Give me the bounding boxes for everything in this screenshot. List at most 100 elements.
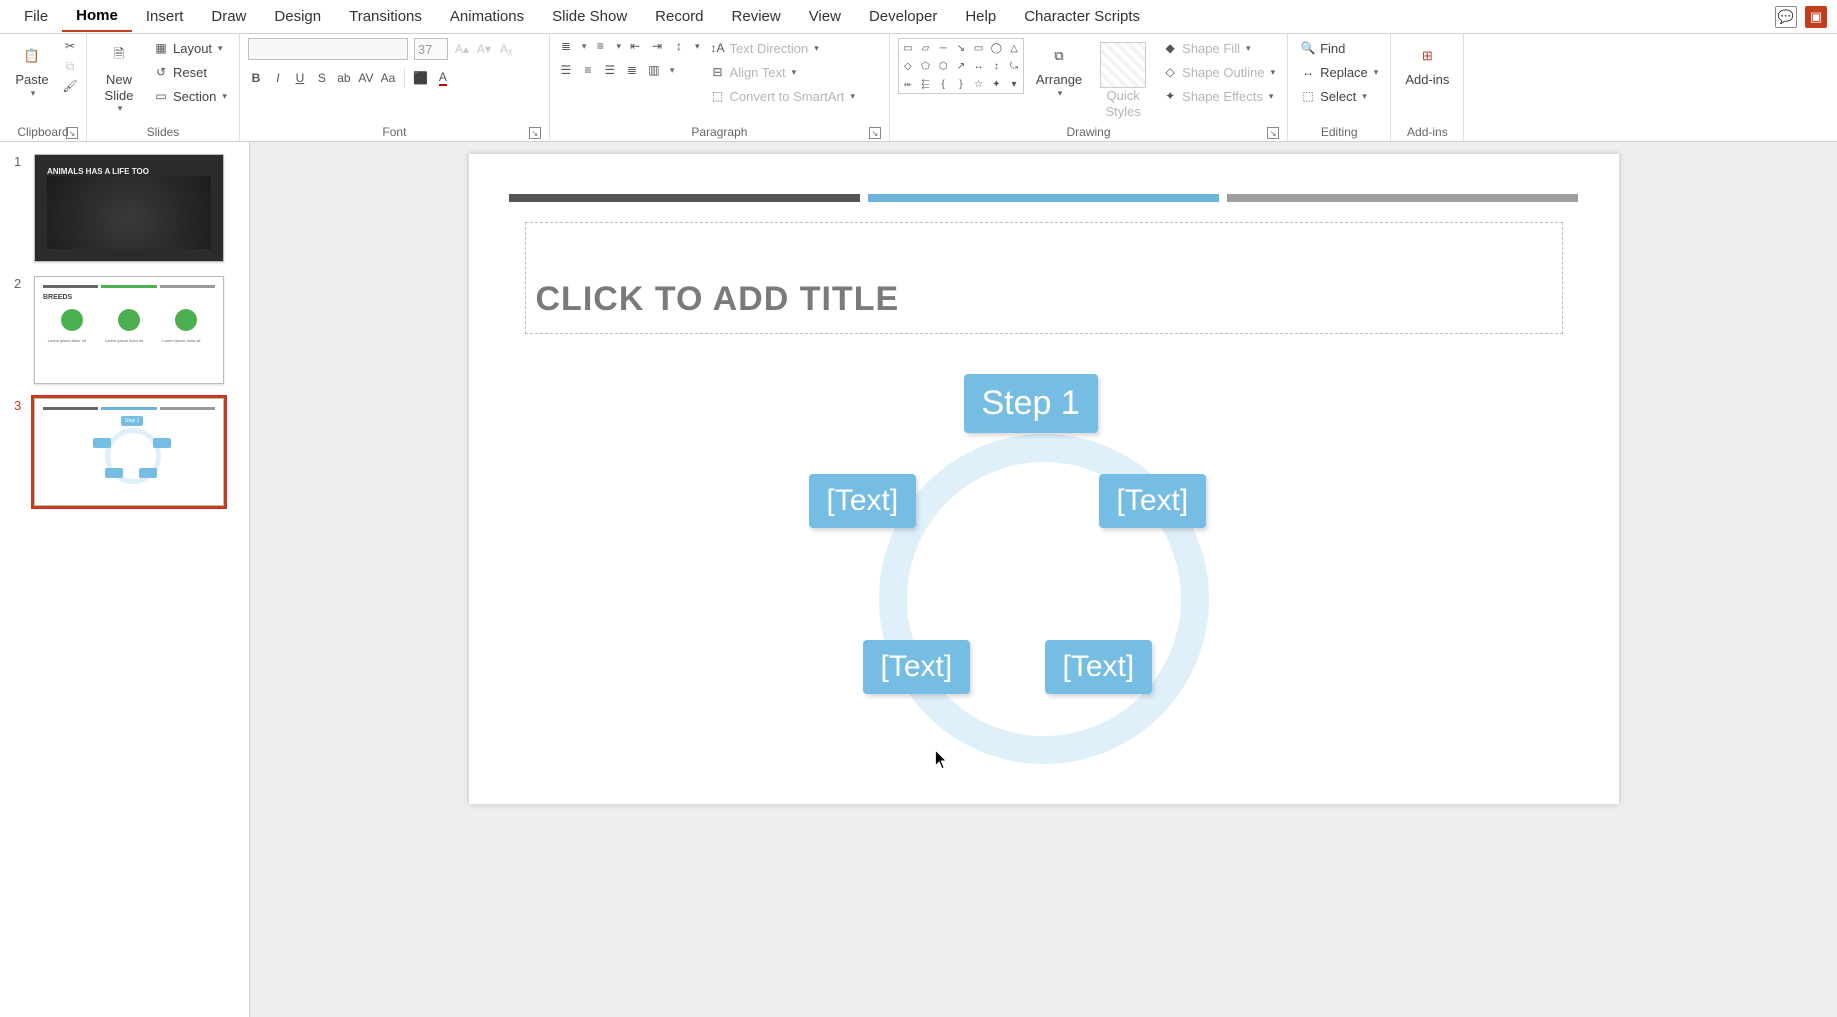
font-name-combo[interactable] (248, 38, 408, 60)
tab-home[interactable]: Home (62, 1, 132, 32)
cycle-box-2[interactable]: [Text] (809, 474, 917, 528)
format-painter-icon[interactable]: 🖌 (62, 78, 78, 94)
current-slide[interactable]: CLICK TO ADD TITLE Step 1 [Text] [Text] … (469, 154, 1619, 804)
thumbnail-3[interactable]: 3 Step 1 (14, 398, 235, 506)
chevron-down-icon: ▾ (31, 88, 36, 99)
font-size-combo[interactable] (414, 38, 448, 60)
fill-icon: ◆ (1162, 40, 1178, 56)
tab-help[interactable]: Help (951, 2, 1010, 31)
group-label-editing: Editing (1296, 123, 1382, 141)
effects-icon: ✦ (1162, 88, 1178, 104)
mouse-cursor-icon (935, 750, 949, 770)
tab-file[interactable]: File (10, 2, 62, 31)
cycle-box-3[interactable]: [Text] (1099, 474, 1207, 528)
slide-thumbnail-panel[interactable]: 1 ANIMALS HAS A LIFE TOO 2 BREEDS Lorem … (0, 142, 250, 1017)
tab-slide-show[interactable]: Slide Show (538, 2, 641, 31)
shadow-icon: ab (336, 70, 352, 86)
layout-button[interactable]: ▦Layout▾ (149, 38, 231, 58)
addins-icon: ⊞ (1413, 42, 1441, 70)
cut-icon[interactable]: ✂ (62, 38, 78, 54)
spacing-icon: AV (358, 70, 374, 86)
cycle-box-1[interactable]: Step 1 (964, 374, 1098, 433)
bullets-icon: ≣ (558, 38, 574, 54)
convert-smartart-button: ⬚Convert to SmartArt▾ (706, 86, 859, 106)
clipboard-icon: 📋 (18, 42, 46, 70)
paste-button[interactable]: 📋 Paste ▾ (8, 38, 56, 103)
reset-button[interactable]: ↺Reset (149, 62, 231, 82)
group-addins: ⊞ Add-ins Add-ins (1391, 34, 1464, 141)
accent-bar (509, 194, 1579, 202)
justify-icon: ≣ (624, 62, 640, 78)
workspace: 1 ANIMALS HAS A LIFE TOO 2 BREEDS Lorem … (0, 142, 1837, 1017)
quick-styles-button: Quick Styles (1094, 38, 1152, 123)
group-label-slides: Slides (95, 123, 231, 141)
italic-icon: I (270, 70, 286, 86)
align-text-button: ⊟Align Text▾ (706, 62, 859, 82)
group-clipboard: 📋 Paste ▾ ✂ ⧉ 🖌 Clipboard↘ (0, 34, 87, 141)
tab-transitions[interactable]: Transitions (335, 2, 436, 31)
slide-canvas-area[interactable]: CLICK TO ADD TITLE Step 1 [Text] [Text] … (250, 142, 1837, 1017)
group-label-font: Font (382, 125, 406, 139)
dialog-launcher-icon[interactable]: ↘ (1267, 127, 1279, 139)
group-label-clipboard: Clipboard (17, 125, 68, 139)
arrange-icon: ⧉ (1045, 42, 1073, 70)
thumb-preview-2[interactable]: BREEDS Lorem ipsum dolor sitLorem ipsum … (34, 276, 224, 384)
tab-insert[interactable]: Insert (132, 2, 198, 31)
tab-review[interactable]: Review (718, 2, 795, 31)
select-button[interactable]: ⬚Select▾ (1296, 86, 1382, 106)
dialog-launcher-icon[interactable]: ↘ (869, 127, 881, 139)
section-icon: ▭ (153, 88, 169, 104)
reset-icon: ↺ (153, 64, 169, 80)
thumbnail-1[interactable]: 1 ANIMALS HAS A LIFE TOO (14, 154, 235, 262)
align-center-icon: ≡ (580, 62, 596, 78)
menubar: File Home Insert Draw Design Transitions… (0, 0, 1837, 34)
align-text-icon: ⊟ (710, 64, 726, 80)
title-placeholder[interactable]: CLICK TO ADD TITLE (525, 222, 1563, 334)
tab-record[interactable]: Record (641, 2, 717, 31)
shape-gallery[interactable]: ▭▱─↘▭◯△ ◇⬠⬡↗↔↕⤿ ⬰⬱{}☆✦▾ (898, 38, 1024, 94)
increase-font-icon: A▴ (454, 41, 470, 57)
group-paragraph: ≣▾ ≡▾ ⇤ ⇥ ↕▾ ☰ ≡ ☰ ≣ ▥▾ ↕AText Direction… (550, 34, 890, 141)
thumb-number: 3 (14, 398, 26, 506)
thumb-preview-1[interactable]: ANIMALS HAS A LIFE TOO (34, 154, 224, 262)
clear-format-icon: Aᵪ (498, 41, 514, 57)
dialog-launcher-icon[interactable]: ↘ (66, 127, 78, 139)
shape-fill-button: ◆Shape Fill▾ (1158, 38, 1279, 58)
change-case-icon: Aa (380, 70, 396, 86)
replace-button[interactable]: ↔Replace▾ (1296, 62, 1382, 82)
title-placeholder-text: CLICK TO ADD TITLE (536, 280, 900, 319)
cycle-box-4[interactable]: [Text] (863, 640, 971, 694)
columns-icon: ▥ (646, 62, 662, 78)
replace-icon: ↔ (1300, 64, 1316, 80)
tab-draw[interactable]: Draw (197, 2, 260, 31)
find-button[interactable]: 🔍Find (1296, 38, 1382, 58)
group-drawing: ▭▱─↘▭◯△ ◇⬠⬡↗↔↕⤿ ⬰⬱{}☆✦▾ ⧉ Arrange▾ Quick… (890, 34, 1288, 141)
chevron-down-icon: ▾ (118, 103, 123, 114)
ribbon: 📋 Paste ▾ ✂ ⧉ 🖌 Clipboard↘ 🗎 New Slide ▾… (0, 34, 1837, 142)
present-icon[interactable]: ▣ (1805, 6, 1827, 28)
section-button[interactable]: ▭Section▾ (149, 86, 231, 106)
cycle-box-5[interactable]: [Text] (1045, 640, 1153, 694)
comments-icon[interactable]: 💬 (1775, 6, 1797, 28)
quick-styles-icon (1100, 42, 1146, 88)
select-icon: ⬚ (1300, 88, 1316, 104)
tab-character-scripts[interactable]: Character Scripts (1010, 2, 1154, 31)
tab-view[interactable]: View (795, 2, 855, 31)
underline-icon: U (292, 70, 308, 86)
arrange-button[interactable]: ⧉ Arrange▾ (1030, 38, 1088, 103)
thumb-preview-3[interactable]: Step 1 (34, 398, 224, 506)
tab-design[interactable]: Design (260, 2, 335, 31)
thumbnail-2[interactable]: 2 BREEDS Lorem ipsum dolor sitLorem ipsu… (14, 276, 235, 384)
tab-animations[interactable]: Animations (436, 2, 538, 31)
text-direction-icon: ↕A (710, 40, 726, 56)
highlight-icon: ⬛ (413, 70, 429, 86)
thumb-number: 1 (14, 154, 26, 262)
strike-icon: S (314, 70, 330, 86)
tab-developer[interactable]: Developer (855, 2, 951, 31)
addins-button[interactable]: ⊞ Add-ins (1399, 38, 1455, 92)
new-slide-button[interactable]: 🗎 New Slide ▾ (95, 38, 143, 118)
layout-icon: ▦ (153, 40, 169, 56)
dialog-launcher-icon[interactable]: ↘ (529, 127, 541, 139)
font-color-icon: A (435, 70, 451, 86)
smartart-cycle[interactable]: Step 1 [Text] [Text] [Text] [Text] (729, 374, 1359, 754)
